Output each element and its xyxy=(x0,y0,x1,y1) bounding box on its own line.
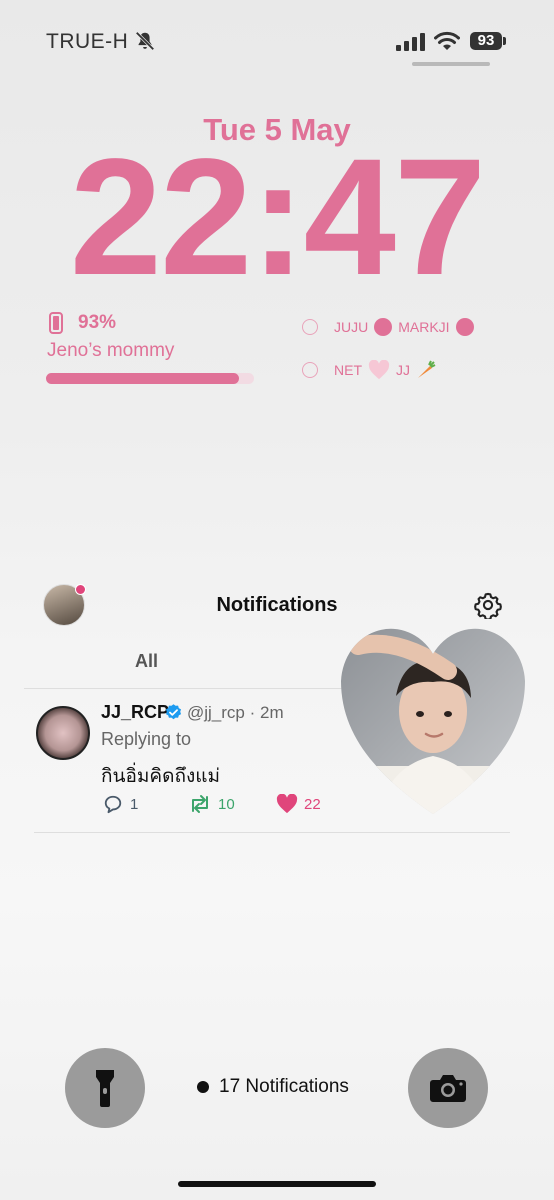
tweet-text[interactable]: กินอิ่มคิดถึงแม่ xyxy=(101,761,220,791)
replying-to-label: Replying to xyxy=(101,729,192,749)
reminder-text-b: MARKJI xyxy=(398,319,450,335)
lock-time: 22:47 xyxy=(69,125,487,310)
pig-emoji-icon xyxy=(374,318,393,336)
tweet-author-avatar[interactable] xyxy=(36,706,90,760)
reminder-text-b: JJ xyxy=(396,362,410,378)
verified-badge-icon xyxy=(165,704,182,720)
reminder-checkbox[interactable] xyxy=(302,319,318,335)
flashlight-button[interactable] xyxy=(65,1048,145,1128)
retweet-button[interactable]: 10 xyxy=(188,794,235,814)
reply-count: 1 xyxy=(130,795,139,813)
page-title: Notifications xyxy=(216,594,338,616)
like-button[interactable]: 22 xyxy=(276,794,321,814)
gear-icon[interactable] xyxy=(474,591,502,619)
tab-all[interactable]: All xyxy=(135,651,158,672)
battery-tip xyxy=(503,37,506,45)
phone-battery-icon xyxy=(49,312,63,334)
cellular-signal-icon xyxy=(396,33,425,51)
carrier-label: TRUE-H xyxy=(46,30,129,53)
reply-icon xyxy=(104,795,122,814)
heart-emoji-icon xyxy=(368,360,390,380)
device-battery-percent: 93% xyxy=(78,312,117,333)
tweet-handle-time: @jj_rcp · 2m xyxy=(187,703,284,722)
battery-level-bar xyxy=(46,373,254,384)
retweet-count: 10 xyxy=(218,795,235,813)
wifi-icon xyxy=(434,31,460,50)
heart-photo-sticker xyxy=(341,628,525,814)
reminder-checkbox[interactable] xyxy=(302,362,318,378)
camera-button[interactable] xyxy=(408,1048,488,1128)
notification-count[interactable]: 17 Notifications xyxy=(197,1076,349,1098)
cat-emoji-icon xyxy=(455,318,474,336)
reply-button[interactable]: 1 xyxy=(102,794,138,814)
notification-dot xyxy=(197,1081,209,1093)
reminder-item[interactable]: NET JJ xyxy=(302,360,436,380)
reminder-text-a: NET xyxy=(334,362,362,378)
notification-count-label: 17 Notifications xyxy=(219,1076,349,1097)
divider xyxy=(34,832,510,833)
heart-icon xyxy=(276,794,298,814)
reminder-item[interactable]: JUJU MARKJI xyxy=(302,318,474,336)
battery-indicator: 93 xyxy=(470,32,502,50)
tweet-username[interactable]: JJ_RCP xyxy=(101,702,169,723)
retweet-icon xyxy=(192,795,208,813)
device-name: Jeno’s mommy xyxy=(47,340,175,361)
flashlight-icon xyxy=(96,1070,114,1107)
like-count: 22 xyxy=(304,795,321,813)
battery-level-fill xyxy=(46,373,240,384)
home-indicator[interactable] xyxy=(178,1181,376,1187)
control-center-indicator[interactable] xyxy=(412,62,490,66)
camera-icon xyxy=(430,1075,466,1102)
reminder-text-a: JUJU xyxy=(334,319,369,335)
carrot-emoji-icon xyxy=(418,360,436,378)
bell-slash-icon xyxy=(135,31,155,51)
